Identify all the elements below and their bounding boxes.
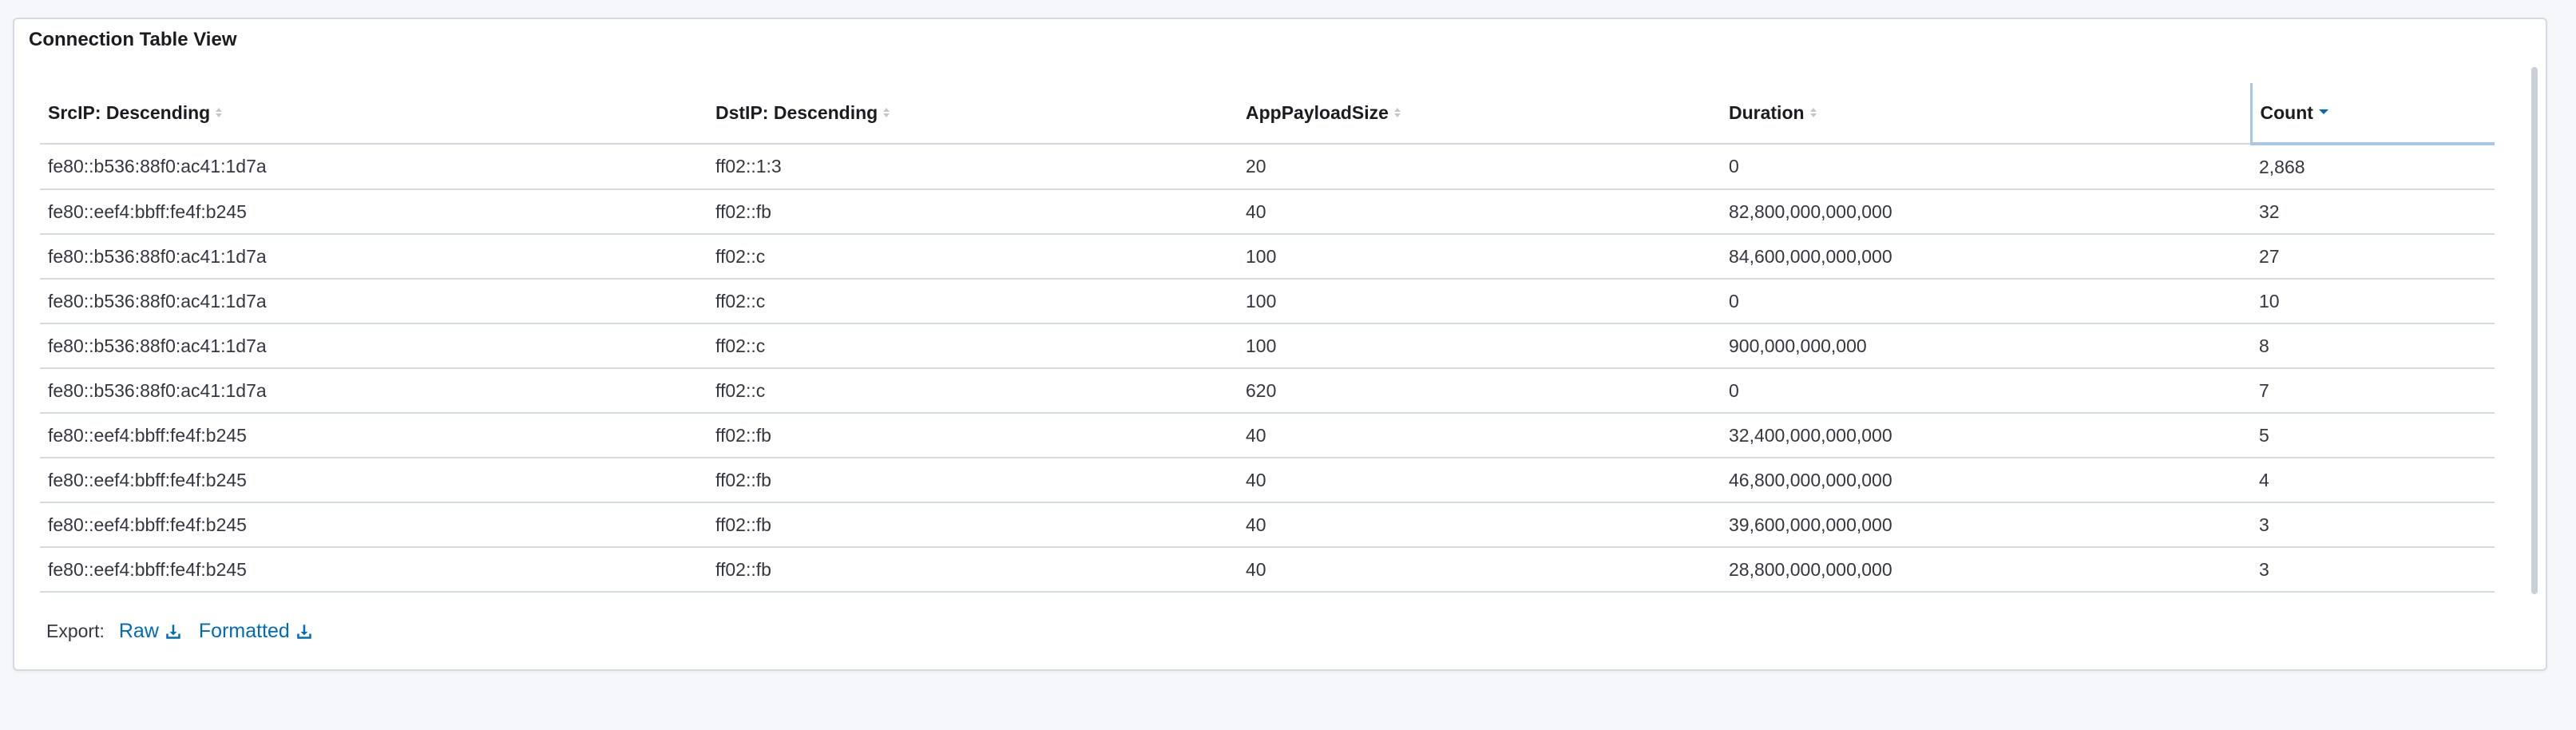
table-cell: fe80::eef4:bbff:fe4f:b245 [40,413,707,458]
table-cell: 28,800,000,000,000 [1721,547,2251,593]
table-cell: ff02::fb [707,189,1238,235]
table-cell: 40 [1238,502,1721,548]
table-cell: fe80::eef4:bbff:fe4f:b245 [40,458,707,503]
panel-title: Connection Table View [29,29,237,50]
export-formatted-link[interactable]: Formatted [199,620,312,643]
table-cell: 0 [1721,279,2251,324]
export-bar: Export: Raw Formatted [46,620,330,643]
table-cell: fe80::b536:88f0:ac41:1d7a [40,144,707,190]
sort-descending-icon[interactable] [2318,108,2329,116]
table-cell: 40 [1238,547,1721,593]
table-row: fe80::eef4:bbff:fe4f:b245 ff02::fb 40 39,60… [40,502,2495,548]
table-cell: ff02::fb [707,413,1238,458]
table-row: fe80::eef4:bbff:fe4f:b245 ff02::fb 40 32,40… [40,413,2495,458]
table-cell: 10 [2251,279,2495,324]
connection-table: SrcIP: Descending DstIP: Descending AppPay… [40,83,2495,593]
column-header-label: Duration [1729,102,1805,123]
table-cell: 2,868 [2251,144,2495,190]
table-cell: 39,600,000,000,000 [1721,502,2251,548]
column-header-label: Count [2260,101,2313,123]
table-cell: 100 [1238,323,1721,369]
table-cell: 32 [2251,189,2495,235]
table-cell: 3 [2251,502,2495,548]
table-cell: fe80::b536:88f0:ac41:1d7a [40,279,707,324]
table-cell: fe80::eef4:bbff:fe4f:b245 [40,502,707,548]
table-cell: 82,800,000,000,000 [1721,189,2251,235]
sort-unsorted-icon[interactable] [882,106,890,119]
vertical-scrollbar[interactable] [2531,67,2538,594]
column-header-label: DstIP: Descending [715,102,878,123]
table-row: fe80::b536:88f0:ac41:1d7a ff02::1:3 20 0 2,8… [40,144,2495,190]
table-cell: ff02::c [707,279,1238,324]
download-icon [166,624,180,639]
table-cell: 46,800,000,000,000 [1721,458,2251,503]
scrollbar-thumb[interactable] [2531,67,2538,594]
column-header-2[interactable]: AppPayloadSize [1238,83,1721,145]
table-cell: 5 [2251,413,2495,458]
table-cell: 40 [1238,458,1721,503]
table-body: fe80::b536:88f0:ac41:1d7a ff02::1:3 20 0 2,8… [40,144,2495,593]
column-header-4[interactable]: Count [2249,83,2495,145]
table-row: fe80::b536:88f0:ac41:1d7a ff02::c 100 900,0… [40,323,2495,369]
export-raw-link[interactable]: Raw [119,620,181,643]
column-header-label: SrcIP: Descending [48,102,211,123]
table-cell: 32,400,000,000,000 [1721,413,2251,458]
sort-unsorted-icon[interactable] [1393,106,1401,119]
table-cell: 900,000,000,000 [1721,323,2251,369]
table-cell: 620 [1238,368,1721,414]
sort-unsorted-icon[interactable] [215,106,223,119]
table-cell: fe80::b536:88f0:ac41:1d7a [40,323,707,369]
column-header-1[interactable]: DstIP: Descending [707,83,1238,145]
table-cell: 40 [1238,189,1721,235]
table-cell: 40 [1238,413,1721,458]
table-row: fe80::b536:88f0:ac41:1d7a ff02::c 100 0 10 [40,279,2495,324]
table-cell: 3 [2251,547,2495,593]
connection-table-panel: Connection Table View SrcIP: Descending D… [13,18,2547,671]
table-header-row: SrcIP: Descending DstIP: Descending AppPay… [40,83,2495,145]
export-raw-label: Raw [118,620,159,642]
table-row: fe80::b536:88f0:ac41:1d7a ff02::c 100 84,60… [40,234,2495,280]
table-cell: 0 [1721,368,2251,414]
table-cell: 4 [2251,458,2495,503]
export-formatted-label: Formatted [198,620,290,642]
column-header-label: AppPayloadSize [1246,102,1389,123]
table-cell: ff02::fb [707,547,1238,593]
table-cell: 7 [2251,368,2495,414]
table-cell: ff02::c [707,323,1238,369]
table-row: fe80::eef4:bbff:fe4f:b245 ff02::fb 40 46,80… [40,458,2495,503]
table-cell: ff02::1:3 [707,144,1238,190]
table-cell: 0 [1721,144,2251,190]
column-header-3[interactable]: Duration [1721,83,2251,145]
table-cell: ff02::fb [707,458,1238,503]
table-cell: 84,600,000,000,000 [1721,234,2251,280]
download-icon [297,624,311,639]
column-header-0[interactable]: SrcIP: Descending [40,83,707,145]
sort-unsorted-icon[interactable] [1809,106,1817,119]
table-row: fe80::eef4:bbff:fe4f:b245 ff02::fb 40 82,80… [40,189,2495,235]
table-container: SrcIP: Descending DstIP: Descending AppPay… [40,83,2495,593]
table-cell: ff02::fb [707,502,1238,548]
table-row: fe80::eef4:bbff:fe4f:b245 ff02::fb 40 28,80… [40,547,2495,593]
table-cell: fe80::b536:88f0:ac41:1d7a [40,368,707,414]
table-cell: ff02::c [707,368,1238,414]
table-cell: fe80::eef4:bbff:fe4f:b245 [40,547,707,593]
table-cell: 100 [1238,279,1721,324]
table-cell: 20 [1238,144,1721,190]
export-label: Export: [46,621,105,641]
table-cell: ff02::c [707,234,1238,280]
table-cell: 100 [1238,234,1721,280]
table-cell: fe80::b536:88f0:ac41:1d7a [40,234,707,280]
table-row: fe80::b536:88f0:ac41:1d7a ff02::c 620 0 7 [40,368,2495,414]
table-cell: fe80::eef4:bbff:fe4f:b245 [40,189,707,235]
table-cell: 8 [2251,323,2495,369]
table-cell: 27 [2251,234,2495,280]
